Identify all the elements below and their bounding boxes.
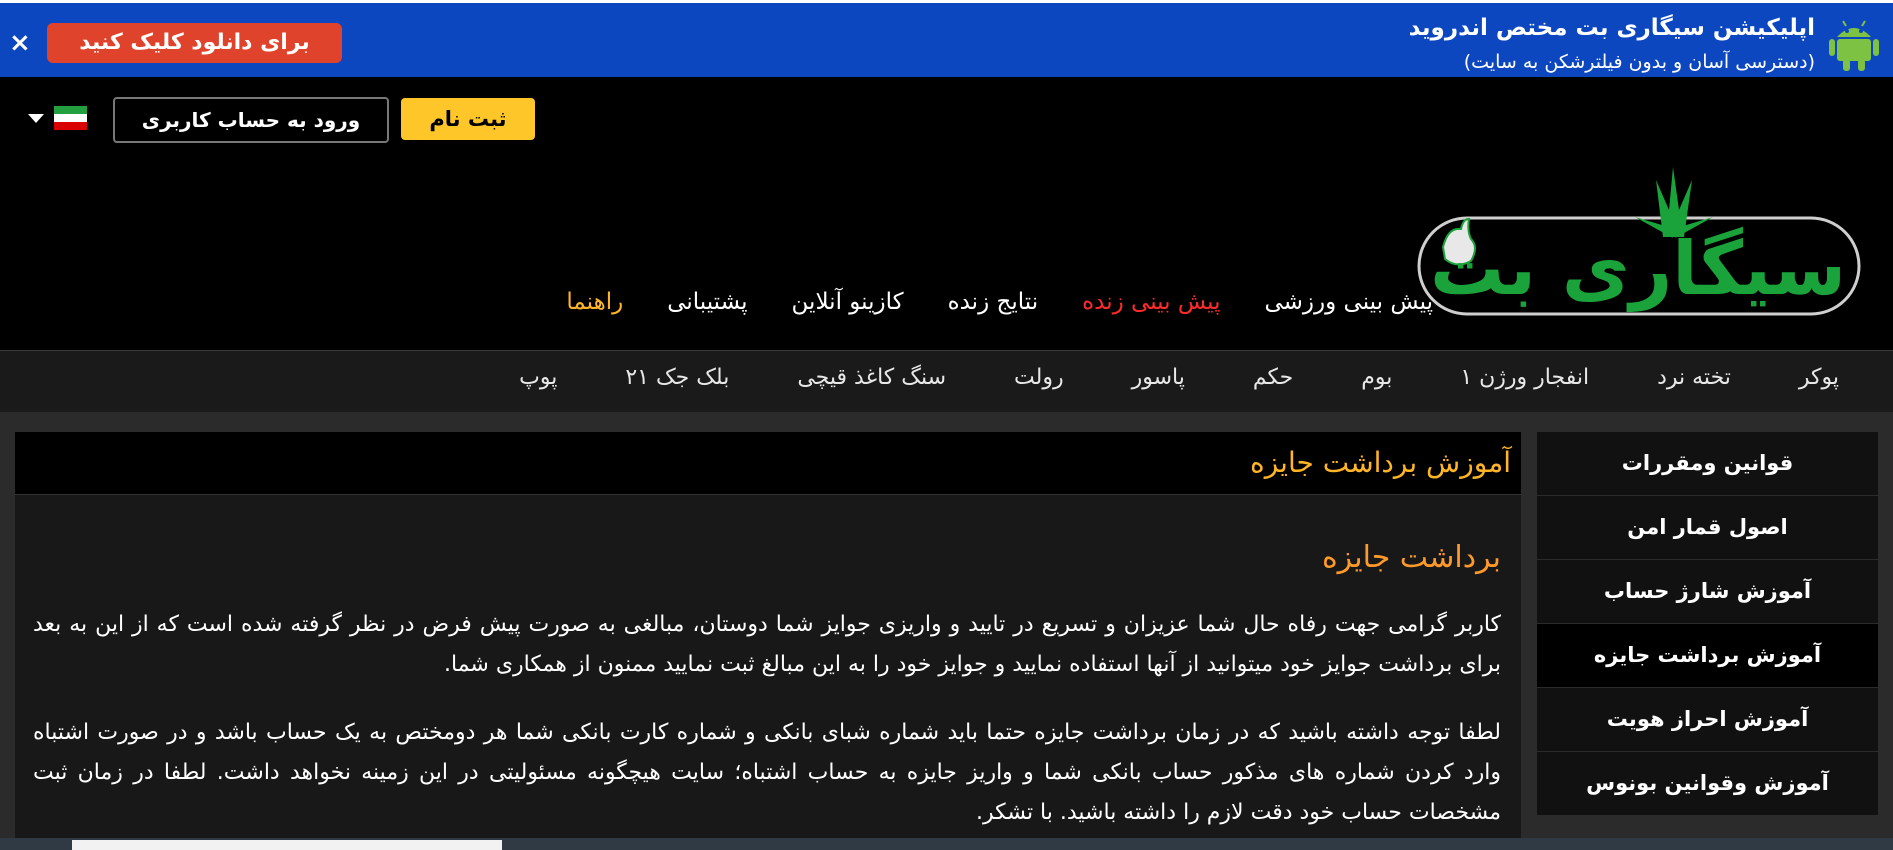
app-download-banner: اپلیکیشن سیگاری بت مختص اندروید (دسترسی … [0,0,1893,77]
article-paragraph: کاربر گرامی جهت رفاه حال شما عزیزان و تس… [33,612,1501,677]
game-blackjack[interactable]: بلک جک ۲۱ [625,365,729,390]
banner-title: اپلیکیشن سیگاری بت مختص اندروید [1408,15,1815,41]
game-boom[interactable]: بوم [1361,365,1392,390]
article-paragraph: لطفا توجه داشته باشید که در زمان برداشت … [33,720,1501,825]
close-icon[interactable]: × [9,28,31,58]
article-title: برداشت جایزه [1321,540,1501,575]
game-pasur[interactable]: پاسور [1132,365,1185,390]
sidebar-item-verification-guide[interactable]: آموزش احراز هویت [1537,688,1878,751]
download-app-button[interactable]: برای دانلود کلیک کنید [47,23,342,63]
game-roulette[interactable]: رولت [1014,365,1064,390]
sidebar-item-safe-gambling[interactable]: اصول قمار امن [1537,496,1878,559]
site-header: ثبت نام ورود به حساب کاربری سیگاری بت پی… [0,77,1893,350]
nav-live-results[interactable]: نتایج زنده [948,289,1039,315]
article-panel: آموزش برداشت جایزه برداشت جایزه کاربر گر… [15,432,1521,850]
svg-text:سیگاری بت: سیگاری بت [1430,226,1846,312]
game-hokm[interactable]: حکم [1253,365,1293,390]
site-logo[interactable]: سیگاری بت [1413,162,1868,322]
nav-online-casino[interactable]: کازینو آنلاین [792,289,904,315]
bottom-scroll-strip [0,838,1893,850]
iran-flag-icon[interactable] [54,106,87,130]
nav-support[interactable]: پشتیبانی [667,289,747,315]
sidebar-item-deposit-guide[interactable]: آموزش شارژ حساب [1537,560,1878,623]
game-pop[interactable]: پوپ [519,365,557,390]
main-nav: پیش بینی ورزشی پیش بینی زنده نتایج زنده … [566,289,1433,315]
sidebar-item-rules[interactable]: قوانین ومقررات [1537,432,1878,495]
game-poker[interactable]: پوکر [1799,365,1839,390]
games-bar: پوکر تخته نرد انفجار ورژن ۱ بوم حکم پاسو… [0,350,1893,412]
nav-sports-betting[interactable]: پیش بینی ورزشی [1264,289,1433,315]
game-backgammon[interactable]: تخته نرد [1657,365,1731,390]
game-rock-paper-scissors[interactable]: سنگ کاغذ قیچی [797,365,946,390]
chevron-down-icon[interactable] [28,114,44,123]
game-crash-v1[interactable]: انفجار ورژن ۱ [1460,365,1589,390]
banner-subtitle: (دسترسی آسان و بدون فیلترشکن به سایت) [1463,51,1815,73]
help-sidebar: قوانین ومقررات اصول قمار امن آموزش شارژ … [1537,432,1878,850]
nav-guide[interactable]: راهنما [566,289,623,315]
sidebar-item-withdraw-guide[interactable]: آموزش برداشت جایزه [1537,624,1878,687]
android-icon [1829,20,1879,71]
sidebar-item-bonus-guide[interactable]: آموزش وقوانین بونوس [1537,752,1878,815]
page-title: آموزش برداشت جایزه [15,432,1521,495]
register-button[interactable]: ثبت نام [401,98,535,140]
login-button[interactable]: ورود به حساب کاربری [113,97,389,143]
nav-live-betting[interactable]: پیش بینی زنده [1082,289,1220,315]
